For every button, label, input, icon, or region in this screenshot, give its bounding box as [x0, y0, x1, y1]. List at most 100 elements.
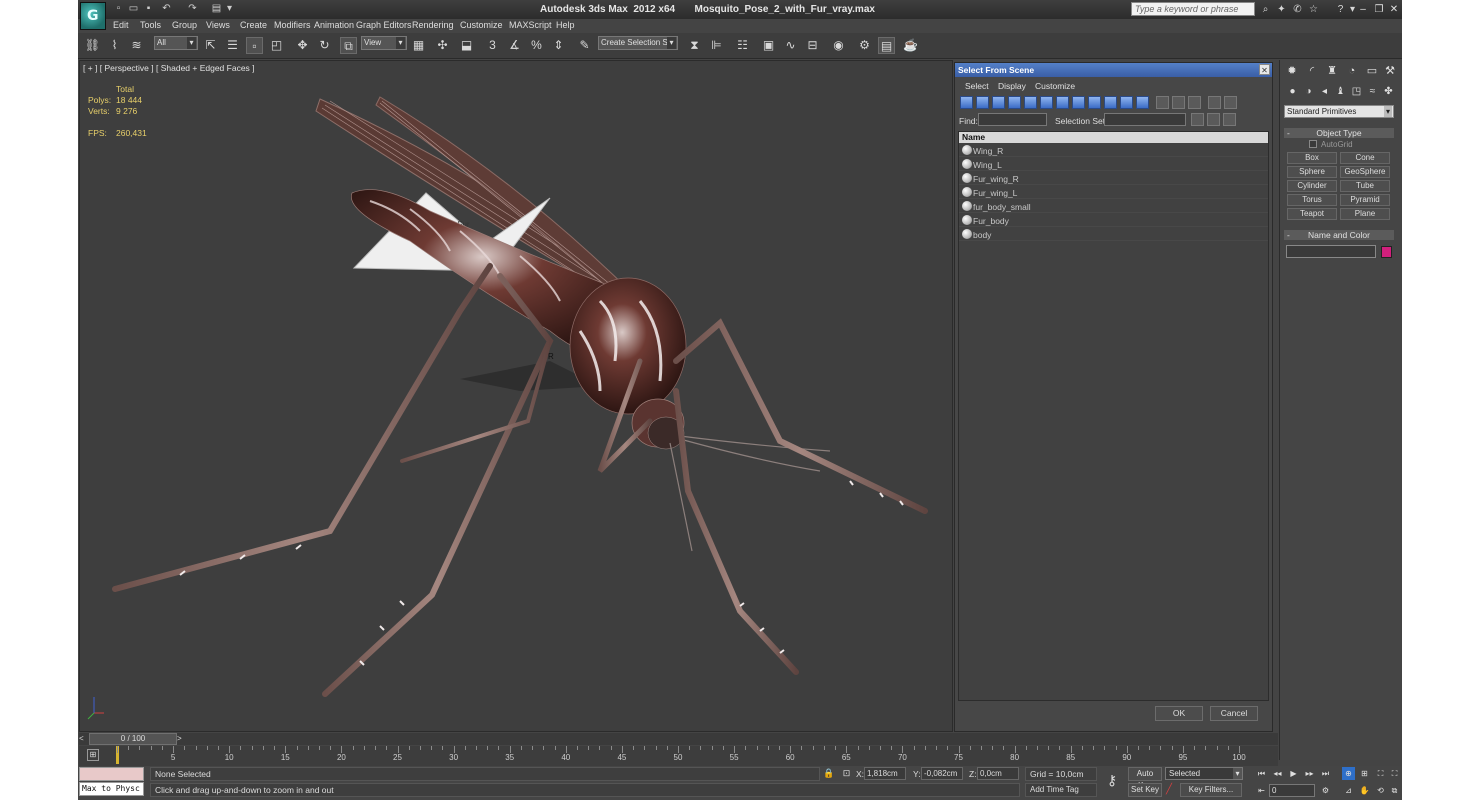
search-binoculars-icon[interactable]: ⌕: [1259, 3, 1272, 16]
selection-lock-icon[interactable]: 🔒: [823, 768, 834, 779]
maximize-icon[interactable]: ❐: [1372, 3, 1386, 16]
menu-help[interactable]: Help: [556, 20, 575, 30]
graphite-modeling-icon[interactable]: ▣: [760, 37, 777, 54]
ok-button[interactable]: OK: [1155, 706, 1203, 721]
time-slider[interactable]: < 0 / 100 >: [79, 733, 1278, 745]
cameras-category-icon[interactable]: ♝: [1334, 85, 1347, 98]
list-item[interactable]: Fur_body: [959, 214, 1268, 227]
pan-view-icon[interactable]: ✋: [1358, 784, 1371, 797]
next-key-icon[interactable]: ▸▸: [1303, 767, 1316, 780]
play-icon[interactable]: ▶: [1287, 767, 1300, 780]
window-crossing-icon[interactable]: ◰: [268, 37, 285, 54]
select-object-icon[interactable]: ⇱: [202, 37, 219, 54]
go-to-start-icon[interactable]: ⏮: [1255, 767, 1268, 780]
menu-graph-editors[interactable]: Graph Editors: [356, 20, 412, 30]
object-type-rollout-title[interactable]: Object Type: [1284, 128, 1394, 138]
schematic-view-icon[interactable]: ⊟: [804, 37, 821, 54]
geosphere-button[interactable]: GeoSphere: [1340, 166, 1390, 178]
selection-filter-dropdown[interactable]: All: [154, 36, 198, 50]
set-key-button[interactable]: Set Key: [1128, 783, 1162, 797]
snaps-toggle-icon[interactable]: 3: [484, 37, 501, 54]
box-button[interactable]: Box: [1287, 152, 1337, 164]
percent-snap-icon[interactable]: %: [528, 37, 545, 54]
hierarchy-tab-icon[interactable]: ♜: [1324, 63, 1340, 79]
absolute-mode-icon[interactable]: ⊡: [841, 768, 852, 779]
viewport-label[interactable]: [ + ] [ Perspective ] [ Shaded + Edged F…: [83, 63, 255, 73]
menu-edit[interactable]: Edit: [113, 20, 129, 30]
zoom-icon[interactable]: ⊕: [1342, 767, 1355, 780]
filter-icon[interactable]: [1208, 96, 1221, 109]
menu-group[interactable]: Group: [172, 20, 197, 30]
layer-manager-icon[interactable]: ☷: [734, 37, 751, 54]
menu-rendering[interactable]: Rendering: [412, 20, 454, 30]
select-manipulate-icon[interactable]: ✣: [434, 37, 451, 54]
sphere-button[interactable]: Sphere: [1287, 166, 1337, 178]
lights-category-icon[interactable]: ◂: [1318, 85, 1331, 98]
list-item[interactable]: Wing_L: [959, 158, 1268, 171]
torus-button[interactable]: Torus: [1287, 194, 1337, 206]
selection-set-icon-1[interactable]: [1191, 113, 1204, 126]
display-cameras-icon[interactable]: [1008, 96, 1021, 109]
menu-create[interactable]: Create: [240, 20, 267, 30]
maximize-viewport-icon[interactable]: ⧉: [1388, 784, 1401, 797]
scale-icon[interactable]: ⧉: [340, 37, 357, 54]
cone-button[interactable]: Cone: [1340, 152, 1390, 164]
pyramid-button[interactable]: Pyramid: [1340, 194, 1390, 206]
y-coordinate-field[interactable]: -0,082cm: [921, 767, 963, 780]
mosquito-model[interactable]: VRayFur R: [80, 61, 953, 732]
selection-set-icon-3[interactable]: [1223, 113, 1236, 126]
menu-modifiers[interactable]: Modifiers: [274, 20, 311, 30]
subscription-center-icon[interactable]: ✦: [1275, 3, 1288, 16]
shapes-category-icon[interactable]: ◑: [1302, 85, 1315, 98]
maxscript-listener-output[interactable]: Max to Physc: [79, 782, 144, 796]
name-and-color-rollout-title[interactable]: Name and Color: [1284, 230, 1394, 240]
dialog-menu-select[interactable]: Select: [965, 81, 989, 91]
display-groups-icon[interactable]: [1056, 96, 1069, 109]
find-input[interactable]: [978, 113, 1047, 126]
material-editor-icon[interactable]: ◉: [830, 37, 847, 54]
geometry-category-icon[interactable]: ●: [1286, 85, 1299, 98]
display-space-warps-icon[interactable]: [1040, 96, 1053, 109]
track-bar[interactable]: ⊞ 5 10 15 20 25 30 35 40 45 50 55 60 65 70 75 80 85 90 95 1…: [79, 746, 1278, 766]
object-color-swatch[interactable]: [1381, 246, 1392, 258]
display-shapes-icon[interactable]: [976, 96, 989, 109]
project-folder-icon[interactable]: ▤: [210, 3, 223, 15]
teapot-button[interactable]: Teapot: [1287, 208, 1337, 220]
favorites-icon[interactable]: ☆: [1307, 3, 1320, 16]
go-to-end-icon[interactable]: ⏭: [1319, 767, 1332, 780]
minimize-icon[interactable]: –: [1356, 3, 1370, 16]
rendered-frame-window-icon[interactable]: ▤: [878, 37, 895, 54]
time-configuration-icon[interactable]: ⚙: [1319, 784, 1332, 797]
zoom-extents-all-icon[interactable]: ⛶: [1388, 767, 1401, 780]
list-item[interactable]: Wing_R: [959, 144, 1268, 157]
cancel-button[interactable]: Cancel: [1210, 706, 1258, 721]
autogrid-checkbox[interactable]: [1309, 140, 1317, 148]
reference-coordinate-dropdown[interactable]: View: [361, 36, 407, 50]
space-warps-category-icon[interactable]: ≈: [1366, 85, 1379, 98]
display-lights-icon[interactable]: [992, 96, 1005, 109]
quick-access-dropdown-icon[interactable]: ▾: [223, 3, 236, 15]
angle-snap-icon[interactable]: ∡: [506, 37, 523, 54]
app-logo-button[interactable]: G: [80, 2, 106, 30]
list-item[interactable]: Fur_wing_R: [959, 172, 1268, 185]
rectangular-selection-icon[interactable]: ▫: [246, 37, 263, 54]
move-icon[interactable]: ✥: [294, 37, 311, 54]
save-file-icon[interactable]: ▪: [142, 3, 155, 15]
utilities-tab-icon[interactable]: ⚒: [1382, 63, 1398, 79]
display-invert-icon[interactable]: [1188, 96, 1201, 109]
selection-set-dropdown[interactable]: [1104, 113, 1186, 126]
curve-editor-icon[interactable]: ∿: [782, 37, 799, 54]
next-frame-icon[interactable]: >: [177, 734, 185, 744]
menu-maxscript[interactable]: MAXScript: [509, 20, 552, 30]
menu-tools[interactable]: Tools: [140, 20, 161, 30]
mirror-icon[interactable]: ⧗: [686, 37, 703, 54]
display-hidden-icon[interactable]: [1136, 96, 1149, 109]
list-item[interactable]: fur_body_small: [959, 200, 1268, 213]
display-frozen-icon[interactable]: [1120, 96, 1133, 109]
display-containers-icon[interactable]: [1104, 96, 1117, 109]
select-by-name-icon[interactable]: ☰: [224, 37, 241, 54]
helpers-category-icon[interactable]: ◳: [1350, 85, 1363, 98]
unlink-icon[interactable]: ⌇: [106, 37, 123, 54]
rotate-icon[interactable]: ↻: [316, 37, 333, 54]
communication-center-icon[interactable]: ✆: [1291, 3, 1304, 16]
